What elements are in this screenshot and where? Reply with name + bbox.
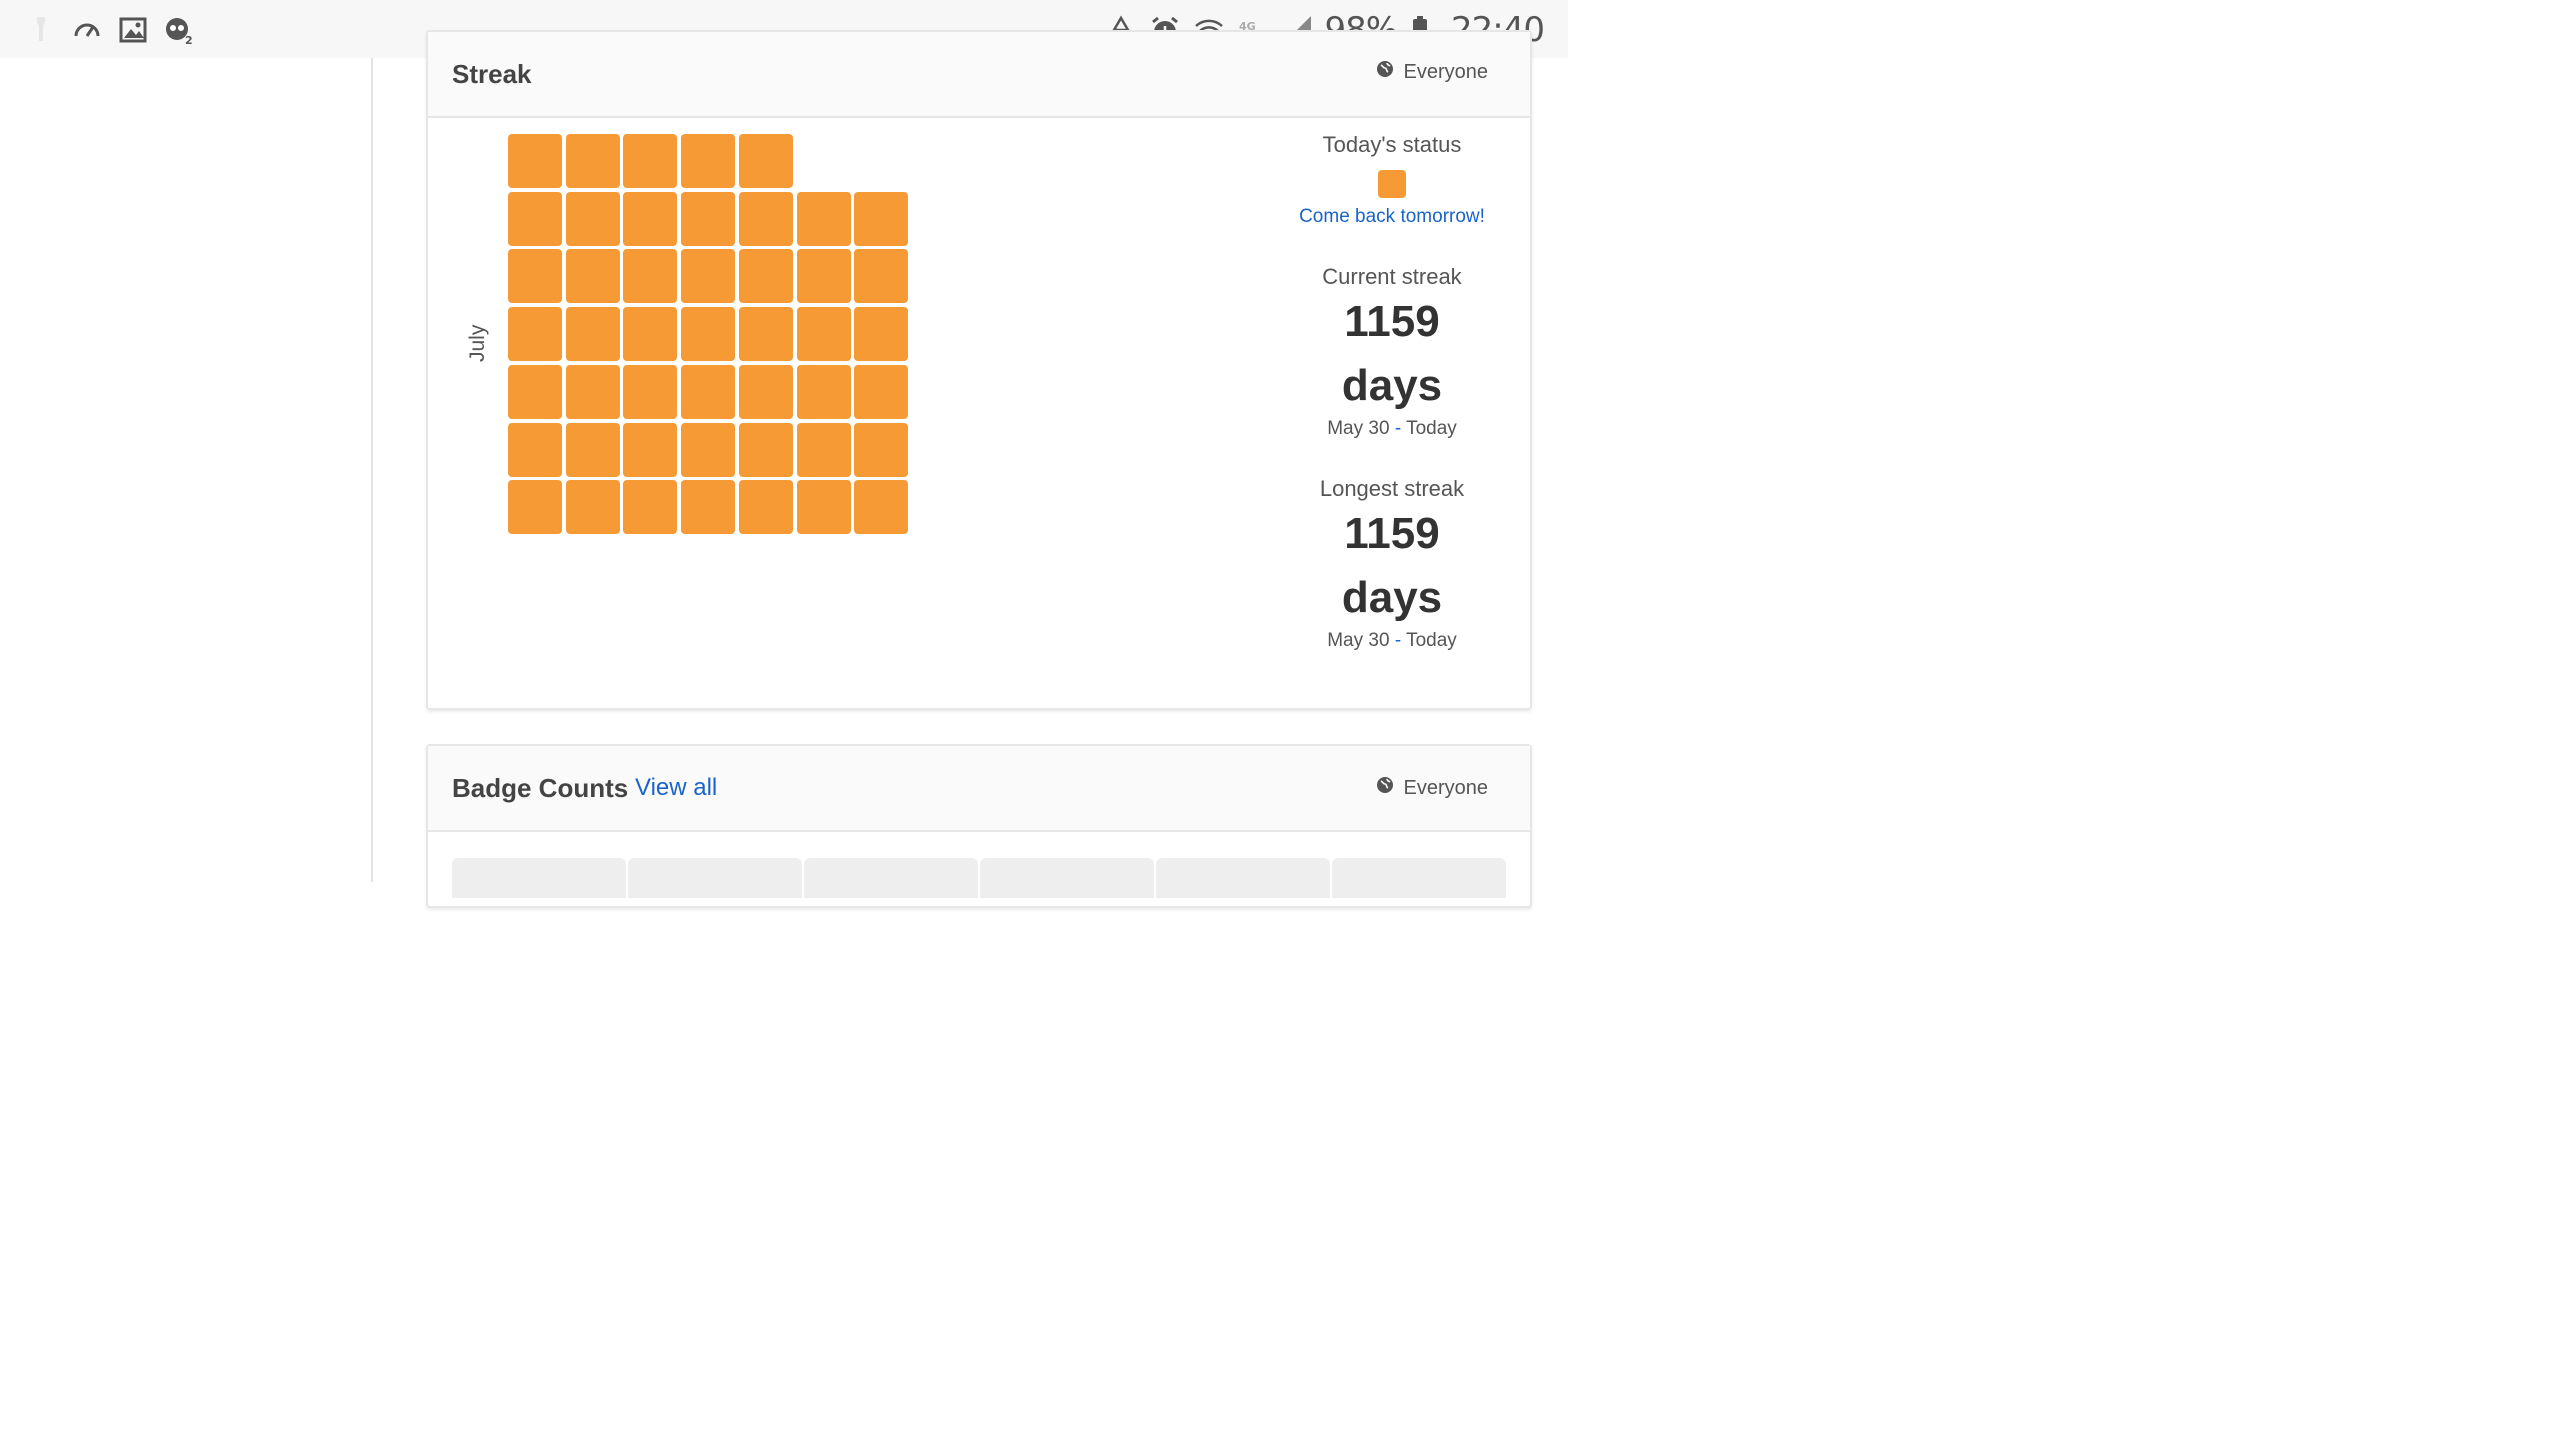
status-bar-left: 2	[24, 10, 196, 50]
streak-day-cell[interactable]	[565, 480, 620, 535]
streak-day-cell[interactable]	[796, 249, 851, 304]
todays-status-swatch	[1378, 170, 1406, 198]
streak-card: Streak Everyone July Today's status Come…	[426, 30, 1532, 710]
streak-day-cell[interactable]	[738, 134, 793, 188]
badge-tab[interactable]	[804, 858, 978, 898]
range-separator: -	[1394, 418, 1402, 439]
badge-tabs	[452, 858, 1506, 898]
flashlight-icon	[24, 13, 58, 47]
streak-day-cell[interactable]	[508, 422, 562, 477]
streak-day-cell[interactable]	[738, 249, 793, 304]
streak-day-cell[interactable]	[681, 480, 736, 535]
streak-day-cell[interactable]	[623, 249, 678, 304]
streak-day-cell[interactable]	[623, 422, 678, 477]
streak-day-cell[interactable]	[681, 134, 736, 188]
streak-day-cell[interactable]	[738, 364, 793, 419]
streak-day-cell[interactable]	[508, 480, 562, 535]
range-separator: -	[1394, 630, 1402, 651]
badge-tab[interactable]	[1156, 858, 1330, 898]
globe-icon	[1376, 776, 1394, 800]
streak-day-cell[interactable]	[623, 480, 678, 535]
current-streak-range: May 30 - Today	[1278, 418, 1506, 440]
streak-day-cell[interactable]	[565, 307, 620, 362]
streak-day-cell[interactable]	[681, 307, 736, 362]
streak-day-cell[interactable]	[854, 364, 909, 419]
streak-day-cell[interactable]	[738, 480, 793, 535]
badge-tab[interactable]	[1332, 858, 1506, 898]
streak-day-cell[interactable]	[681, 249, 736, 304]
streak-card-body: July Today's status Come back tomorrow! …	[428, 32, 1530, 708]
month-label: July	[466, 324, 489, 362]
streak-day-cell[interactable]	[738, 307, 793, 362]
range-end: Today	[1406, 630, 1457, 651]
view-all-link[interactable]: View all	[635, 774, 717, 802]
gallery-icon	[116, 13, 150, 47]
range-start: May 30	[1327, 418, 1390, 439]
streak-day-cell[interactable]	[681, 422, 736, 477]
streak-day-cell[interactable]	[796, 191, 851, 246]
badge-card-header: Badge Counts View all Everyone	[428, 746, 1530, 832]
badge-tab[interactable]	[628, 858, 802, 898]
streak-day-cell[interactable]	[623, 307, 678, 362]
streak-day-cell[interactable]	[565, 364, 620, 419]
range-start: May 30	[1327, 630, 1390, 651]
streak-day-cell[interactable]	[623, 134, 678, 188]
range-end: Today	[1406, 418, 1457, 439]
streak-day-cell[interactable]	[738, 191, 793, 246]
current-streak-number: 1159	[1344, 297, 1440, 346]
streak-day-cell[interactable]	[508, 249, 562, 304]
notification-app-icon: 2	[162, 13, 196, 47]
streak-day-cell[interactable]	[854, 307, 909, 362]
streak-day-cell[interactable]	[508, 191, 562, 246]
streak-day-cell[interactable]	[565, 249, 620, 304]
svg-text:2: 2	[185, 34, 193, 46]
status-message: Come back tomorrow!	[1299, 206, 1485, 227]
streak-day-cell[interactable]	[508, 307, 562, 362]
streak-day-cell[interactable]	[508, 134, 562, 188]
streak-day-cell[interactable]	[681, 364, 736, 419]
card-title: Badge Counts	[452, 773, 629, 803]
streak-day-cell[interactable]	[565, 422, 620, 477]
badge-tab[interactable]	[452, 858, 626, 898]
longest-streak-unit: days	[1341, 573, 1443, 622]
badge-tab[interactable]	[980, 858, 1154, 898]
current-streak-unit: days	[1341, 361, 1443, 410]
streak-day-cell[interactable]	[681, 191, 736, 246]
speedometer-icon	[70, 13, 104, 47]
streak-day-cell[interactable]	[796, 307, 851, 362]
longest-streak-number: 1159	[1344, 509, 1440, 558]
longest-streak-label: Longest streak	[1319, 476, 1465, 501]
visibility-label: Everyone	[1403, 776, 1489, 799]
sidebar-divider	[371, 58, 373, 882]
badge-counts-card: Badge Counts View all Everyone	[426, 744, 1532, 908]
streak-day-cell[interactable]	[623, 191, 678, 246]
streak-stats: Today's status Come back tomorrow! Curre…	[1278, 132, 1506, 652]
visibility-selector[interactable]: Everyone	[1376, 776, 1489, 800]
streak-day-cell[interactable]	[854, 480, 909, 535]
streak-day-cell[interactable]	[565, 191, 620, 246]
current-streak-label: Current streak	[1322, 264, 1462, 289]
streak-day-cell[interactable]	[854, 422, 909, 477]
streak-day-cell[interactable]	[854, 191, 909, 246]
streak-day-cell[interactable]	[508, 364, 562, 419]
streak-day-cell[interactable]	[796, 364, 851, 419]
streak-day-cell[interactable]	[796, 480, 851, 535]
streak-day-cell[interactable]	[623, 364, 678, 419]
longest-streak-range: May 30 - Today	[1278, 630, 1506, 652]
todays-status-label: Today's status	[1322, 132, 1462, 157]
streak-day-cell[interactable]	[738, 422, 793, 477]
streak-day-cell[interactable]	[796, 422, 851, 477]
streak-day-cell[interactable]	[565, 134, 620, 188]
streak-day-cell[interactable]	[854, 249, 909, 304]
